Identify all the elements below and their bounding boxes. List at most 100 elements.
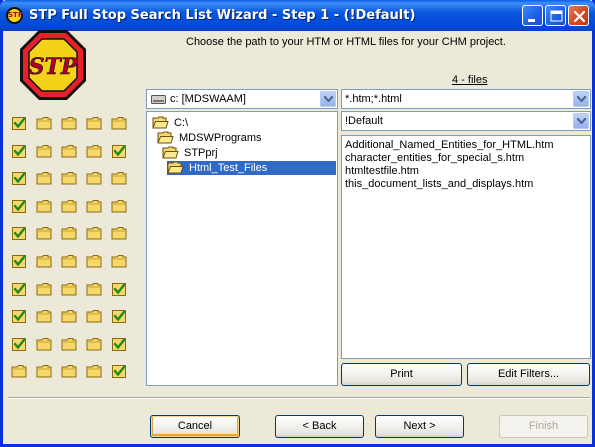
folder-tree-label: C:\ bbox=[174, 117, 189, 129]
folder-icon bbox=[86, 199, 103, 215]
folder-icon bbox=[61, 282, 78, 298]
chevron-down-icon[interactable] bbox=[573, 113, 589, 129]
profile-select-value: !Default bbox=[345, 115, 383, 127]
instruction-text: Choose the path to your HTM or HTML file… bbox=[186, 36, 506, 48]
folder-icon bbox=[36, 171, 53, 187]
folder-icon bbox=[36, 116, 53, 132]
status-row bbox=[11, 199, 141, 219]
checked-folder-icon bbox=[11, 282, 28, 298]
folder-tree-label: STPprj bbox=[184, 147, 218, 159]
folder-tree-item[interactable]: Html_Test_Files bbox=[167, 161, 336, 175]
folder-icon bbox=[111, 116, 128, 132]
checked-folder-icon bbox=[111, 337, 128, 353]
files-count: 4 - files bbox=[452, 74, 488, 86]
checked-folder-icon bbox=[11, 199, 28, 215]
minimize-button[interactable] bbox=[522, 5, 543, 26]
divider bbox=[8, 397, 590, 399]
folder-tree-label: MDSWPrograms bbox=[179, 132, 262, 144]
folder-icon bbox=[36, 309, 53, 325]
next-button[interactable]: Next > bbox=[375, 415, 464, 438]
folder-icon bbox=[86, 309, 103, 325]
status-row bbox=[11, 144, 141, 164]
finish-button[interactable]: Finish bbox=[499, 415, 588, 438]
chevron-down-icon[interactable] bbox=[320, 91, 336, 107]
folder-icon bbox=[86, 144, 103, 160]
cancel-button[interactable]: Cancel bbox=[150, 415, 240, 438]
folder-icon bbox=[36, 254, 53, 270]
drive-select-value: c: [MDSWAAM] bbox=[170, 93, 246, 105]
checked-folder-icon bbox=[111, 144, 128, 160]
edit-filters-button[interactable]: Edit Filters... bbox=[467, 363, 590, 386]
folder-tree[interactable]: C:\ MDSWPrograms STPprj Html_Test_Files bbox=[146, 111, 338, 386]
folder-icon bbox=[86, 364, 103, 380]
checked-folder-icon bbox=[11, 116, 28, 132]
status-row bbox=[11, 226, 141, 246]
close-icon bbox=[573, 10, 586, 23]
status-row bbox=[11, 254, 141, 274]
folder-icon bbox=[61, 116, 78, 132]
filter-select[interactable]: *.htm;*.html bbox=[341, 89, 591, 109]
folder-icon bbox=[61, 254, 78, 270]
status-row bbox=[11, 116, 141, 136]
close-button[interactable] bbox=[568, 5, 589, 26]
title-bar[interactable]: STP STP Full Stop Search List Wizard - S… bbox=[0, 0, 595, 31]
folder-icon bbox=[111, 171, 128, 187]
folder-icon bbox=[36, 199, 53, 215]
folder-icon bbox=[111, 199, 128, 215]
maximize-icon bbox=[550, 10, 563, 22]
folder-icon bbox=[36, 144, 53, 160]
folder-icon bbox=[36, 337, 53, 353]
folder-icon bbox=[61, 337, 78, 353]
checked-folder-icon bbox=[111, 282, 128, 298]
folder-icon bbox=[36, 226, 53, 242]
checked-folder-icon bbox=[11, 226, 28, 242]
folder-icon bbox=[61, 199, 78, 215]
print-button[interactable]: Print bbox=[341, 363, 462, 386]
status-row bbox=[11, 171, 141, 191]
file-list-item[interactable]: character_entities_for_special_s.htm bbox=[345, 152, 524, 165]
status-row bbox=[11, 364, 141, 384]
file-list-item[interactable]: this_document_lists_and_displays.htm bbox=[345, 178, 533, 191]
maximize-button[interactable] bbox=[545, 5, 566, 26]
folder-icon bbox=[36, 364, 53, 380]
stop-sign-logo: STP bbox=[18, 28, 88, 105]
app-icon[interactable]: STP bbox=[6, 7, 23, 24]
checked-folder-icon bbox=[111, 364, 128, 380]
folder-icon bbox=[86, 226, 103, 242]
folder-icon bbox=[61, 171, 78, 187]
filter-select-value: *.htm;*.html bbox=[345, 93, 402, 105]
checked-folder-icon bbox=[111, 309, 128, 325]
svg-text:STP: STP bbox=[29, 54, 79, 80]
window-title: STP Full Stop Search List Wizard - Step … bbox=[29, 8, 416, 23]
folder-icon bbox=[61, 309, 78, 325]
folder-icon bbox=[86, 171, 103, 187]
drive-select[interactable]: c: [MDSWAAM] bbox=[146, 89, 338, 109]
file-list[interactable]: Additional_Named_Entities_for_HTML.htm ch… bbox=[341, 135, 591, 359]
folder-icon bbox=[11, 364, 28, 380]
file-list-item[interactable]: Additional_Named_Entities_for_HTML.htm bbox=[345, 139, 554, 152]
back-button[interactable]: < Back bbox=[275, 415, 364, 438]
folder-icon bbox=[111, 226, 128, 242]
folder-icon bbox=[61, 364, 78, 380]
folder-tree-label: Html_Test_Files bbox=[189, 162, 268, 174]
checked-folder-icon bbox=[11, 171, 28, 187]
status-row bbox=[11, 309, 141, 329]
drive-icon bbox=[151, 95, 166, 104]
folder-icon bbox=[36, 282, 53, 298]
folder-icon bbox=[86, 282, 103, 298]
folder-icon bbox=[61, 144, 78, 160]
folder-icon bbox=[86, 337, 103, 353]
checked-folder-icon bbox=[11, 309, 28, 325]
file-list-item[interactable]: htmltestfile.htm bbox=[345, 165, 419, 178]
open-folder-icon bbox=[167, 161, 184, 178]
profile-select[interactable]: !Default bbox=[341, 111, 591, 131]
status-row bbox=[11, 282, 141, 302]
folder-icon bbox=[61, 226, 78, 242]
checked-folder-icon bbox=[11, 254, 28, 270]
wizard-window: STP STP Full Stop Search List Wizard - S… bbox=[0, 0, 595, 447]
folder-icon bbox=[86, 116, 103, 132]
folder-icon bbox=[111, 254, 128, 270]
folder-icon bbox=[86, 254, 103, 270]
chevron-down-icon[interactable] bbox=[573, 91, 589, 107]
minimize-icon bbox=[528, 19, 535, 22]
